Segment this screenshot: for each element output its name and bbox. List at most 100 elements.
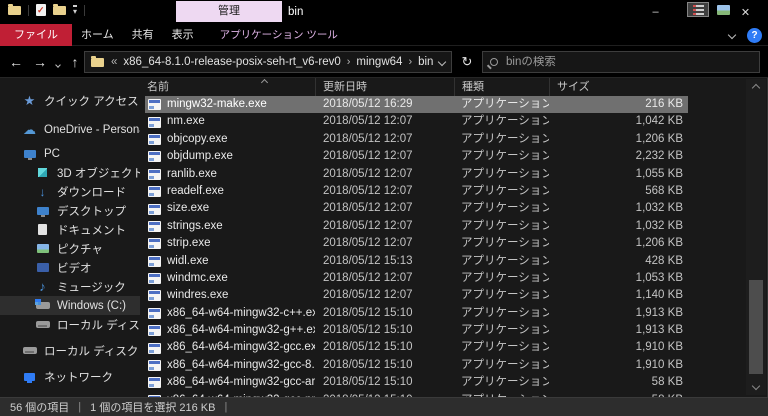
recent-locations-icon[interactable] [52, 46, 64, 78]
back-button[interactable]: ← [6, 46, 26, 78]
file-size: 1,206 KB [635, 237, 683, 250]
file-row[interactable]: windmc.exe 2018/05/12 12:07 アプリケーション 1,053 … [145, 270, 688, 287]
sidebar-item[interactable]: ネットワーク [0, 367, 140, 386]
sidebar-item[interactable]: ローカル ディスク (D:) [0, 315, 140, 334]
scroll-down-icon[interactable] [751, 381, 761, 391]
file-name: widl.exe [167, 254, 209, 267]
ribbon-tab-file[interactable]: ファイル [0, 24, 72, 46]
file-row[interactable]: x86_64-w64-mingw32-g++.exe 2018/05/12 15:… [145, 322, 688, 339]
file-row[interactable]: readelf.exe 2018/05/12 12:07 アプリケーション 568 K… [145, 183, 688, 200]
file-row[interactable]: nm.exe 2018/05/12 12:07 アプリケーション 1,042 KB [145, 113, 688, 130]
file-row[interactable]: strip.exe 2018/05/12 12:07 アプリケーション 1,206 K… [145, 235, 688, 252]
sidebar-item[interactable]: ローカル ディスク (D:) [0, 341, 140, 360]
file-row[interactable]: widl.exe 2018/05/12 15:13 アプリケーション 428 KB [145, 253, 688, 270]
file-row[interactable]: strings.exe 2018/05/12 12:07 アプリケーション 1,032… [145, 218, 688, 235]
file-name: objdump.exe [167, 150, 233, 163]
sidebar-item-label: ミュージック [57, 281, 126, 294]
help-icon[interactable]: ? [747, 27, 762, 43]
refresh-icon[interactable]: ↻ [456, 46, 478, 78]
file-type: アプリケーション [461, 289, 549, 302]
exe-file-icon [148, 325, 161, 337]
new-folder-icon[interactable] [53, 3, 66, 15]
breadcrumb-truncation[interactable]: « [111, 56, 117, 68]
minimize-button[interactable]: – [633, 0, 678, 24]
file-date: 2018/05/12 12:07 [323, 132, 413, 145]
file-size: 58 KB [651, 376, 683, 389]
file-row[interactable]: ranlib.exe 2018/05/12 12:07 アプリケーション 1,055 … [145, 166, 688, 183]
sidebar-item-label: ダウンロード [57, 186, 126, 199]
file-name: strings.exe [167, 219, 223, 232]
column-header-name[interactable]: 名前 [145, 78, 315, 96]
file-row[interactable]: objcopy.exe 2018/05/12 12:07 アプリケーション 1,206… [145, 131, 688, 148]
file-date: 2018/05/12 12:07 [323, 271, 413, 284]
file-size: 1,053 KB [635, 271, 683, 284]
sidebar-item-label: ローカル ディスク (D:) [44, 345, 140, 358]
sidebar-item[interactable]: ☁ OneDrive - Personal [0, 120, 140, 139]
ribbon-tab-application-tools[interactable]: アプリケーション ツール [211, 24, 347, 46]
file-row[interactable]: x86_64-w64-mingw32-c++.exe 2018/05/12 15:… [145, 305, 688, 322]
vertical-scrollbar[interactable] [746, 79, 766, 395]
manage-contextual-tab[interactable]: 管理 [176, 1, 282, 22]
file-row[interactable]: windres.exe 2018/05/12 12:07 アプリケーション 1,140… [145, 287, 688, 304]
file-name: x86_64-w64-mingw32-gcc-ar.exe [167, 376, 315, 389]
file-size: 1,042 KB [635, 115, 683, 128]
sidebar-item[interactable]: ドキュメント [0, 220, 140, 239]
sidebar-item[interactable]: ↓ ダウンロード [0, 182, 140, 201]
file-row[interactable]: x86_64-w64-mingw32-gcc.exe 2018/05/12 15:… [145, 339, 688, 356]
file-row[interactable]: x86_64-w64-mingw32-gcc-ar.exe 2018/05/12 … [145, 374, 688, 391]
column-header-size[interactable]: サイズ [549, 78, 688, 96]
breadcrumb-segment[interactable]: x86_64-8.1.0-release-posix-seh-rt_v6-rev… [123, 56, 340, 68]
breadcrumb-segment[interactable]: bin [418, 56, 433, 68]
file-row[interactable]: objdump.exe 2018/05/12 12:07 アプリケーション 2,232… [145, 148, 688, 165]
sidebar-item[interactable]: ♪ ミュージック [0, 277, 140, 296]
address-bar[interactable]: « x86_64-8.1.0-release-posix-seh-rt_v6-r… [84, 51, 452, 73]
up-button[interactable]: ↑ [65, 46, 85, 78]
file-row[interactable]: mingw32-make.exe 2018/05/12 16:29 アプリケーション… [145, 96, 688, 114]
sidebar-item[interactable]: デスクトップ [0, 201, 140, 220]
forward-button[interactable]: → [30, 46, 50, 78]
ribbon-tab-2[interactable]: 共有 [123, 24, 163, 46]
file-name: objcopy.exe [167, 132, 228, 145]
pictures-image-icon [35, 244, 50, 253]
file-type: アプリケーション [461, 254, 549, 267]
file-size: 1,910 KB [635, 341, 683, 354]
exe-file-icon [148, 307, 161, 319]
sidebar-item-label: Windows (C:) [57, 299, 127, 312]
sidebar-item-label: デスクトップ [57, 205, 126, 218]
scrollbar-thumb[interactable] [749, 280, 763, 374]
qat-customize-dropdown-icon[interactable]: ▾ [73, 4, 78, 16]
location-folder-icon [91, 55, 104, 67]
ribbon-tab-3[interactable]: 表示 [163, 24, 203, 46]
breadcrumb-segment[interactable]: mingw64 [356, 56, 402, 68]
details-view-button[interactable] [687, 2, 709, 17]
search-icon [490, 58, 498, 66]
file-date: 2018/05/12 12:07 [323, 237, 413, 250]
sidebar-item[interactable]: Windows (C:) [0, 296, 140, 315]
status-text: 56 個の項目 [10, 402, 70, 414]
large-icons-view-button[interactable] [712, 2, 734, 17]
scroll-up-icon[interactable] [751, 83, 761, 93]
app-folder-icon[interactable] [8, 3, 21, 15]
sidebar-item[interactable]: 3D オブジェクト [0, 163, 140, 182]
column-header-type[interactable]: 種類 [454, 78, 549, 96]
file-name: mingw32-make.exe [167, 98, 267, 110]
file-row[interactable]: size.exe 2018/05/12 12:07 アプリケーション 1,032 KB [145, 200, 688, 217]
file-row[interactable]: x86_64-w64-mingw32-gcc-8.1.0.exe 2018/05/… [145, 357, 688, 374]
sidebar-item-label: クイック アクセス [44, 95, 139, 108]
file-size: 568 KB [645, 184, 683, 197]
ribbon-tab-1[interactable]: ホーム [72, 24, 123, 46]
address-row: ← → ↑ « x86_64-8.1.0-release-posix-seh-r… [0, 46, 768, 78]
file-size: 1,206 KB [635, 132, 683, 145]
network-icon [22, 372, 37, 383]
explorer-window: ▾ 管理 bin – ✕ ファイルホーム共有表示アプリケーション ツール ? ←… [0, 0, 768, 416]
details-view-icon [692, 4, 704, 15]
properties-icon[interactable] [36, 4, 46, 16]
sidebar-item[interactable]: ビデオ [0, 258, 140, 277]
address-dropdown-icon[interactable] [437, 57, 447, 67]
sidebar-item[interactable]: PC [0, 144, 140, 163]
sidebar-item[interactable]: ★ クイック アクセス [0, 91, 140, 110]
status-separator: | [78, 401, 82, 413]
column-header-date[interactable]: 更新日時 [315, 78, 454, 96]
music-note-icon: ♪ [39, 278, 46, 294]
sidebar-item[interactable]: ピクチャ [0, 239, 140, 258]
